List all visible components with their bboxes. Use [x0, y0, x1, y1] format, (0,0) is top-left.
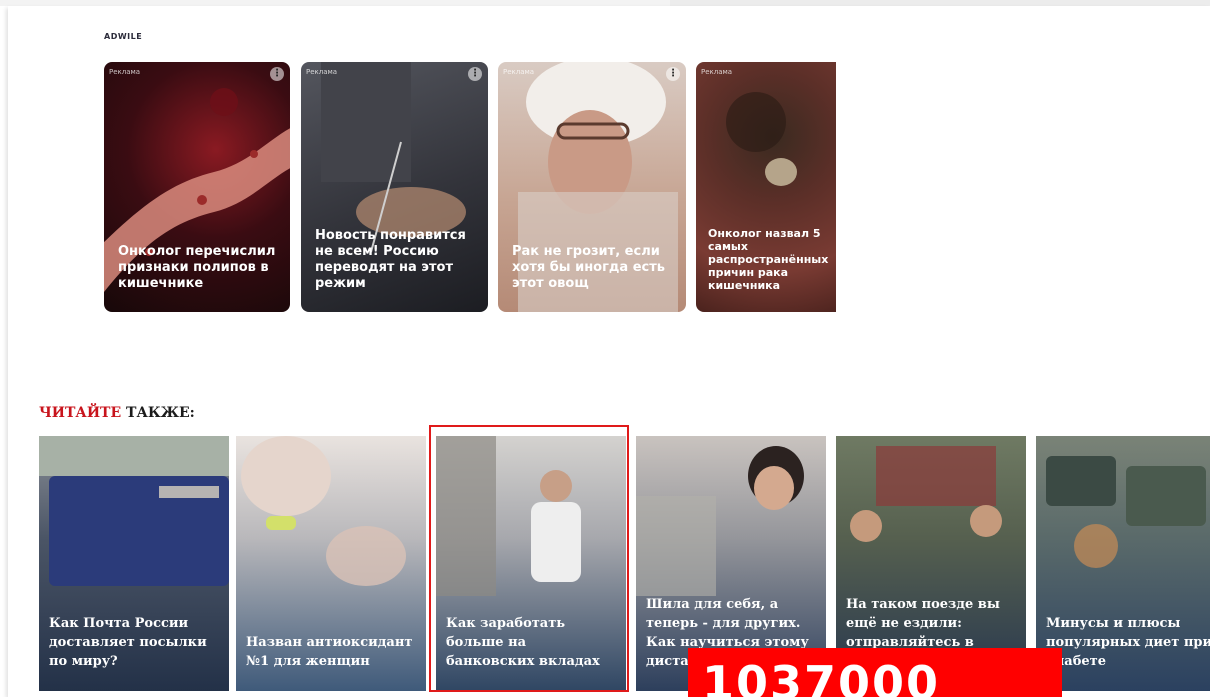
- ad-title: Онколог назвал 5 самых распространённых …: [708, 227, 829, 292]
- ad-title: Рак не грозит, если хотя бы иногда есть …: [512, 244, 665, 291]
- article-card[interactable]: Назван антиоксидант №1 для женщин: [236, 436, 426, 691]
- more-options-icon[interactable]: ⋮: [270, 67, 284, 81]
- more-options-icon[interactable]: ⋮: [666, 67, 680, 81]
- more-options-icon[interactable]: ⋮: [468, 67, 482, 81]
- ad-label: Реклама: [109, 68, 141, 76]
- article-title: Минусы и плюсы популярных диет при диабе…: [1046, 616, 1210, 669]
- view-counter-value: 1037000: [702, 656, 941, 697]
- ad-tile[interactable]: Реклама ⋮ Онколог перечислил признаки по…: [104, 62, 290, 312]
- section-heading: ЧИТАЙТЕ ТАКЖЕ:: [39, 405, 195, 421]
- ad-network-logo: ADWILE: [104, 32, 143, 41]
- article-title: Как Почта России доставляет посылки по м…: [49, 616, 207, 669]
- ad-label: Реклама: [503, 68, 535, 76]
- ad-label: Реклама: [701, 68, 733, 76]
- article-card[interactable]: Минусы и плюсы популярных диет при диабе…: [1036, 436, 1210, 691]
- ad-label: Реклама: [306, 68, 338, 76]
- article-card[interactable]: Как Почта России доставляет посылки по м…: [39, 436, 229, 691]
- ad-tile[interactable]: Реклама ⋮ Новость понравится не всем! Ро…: [301, 62, 488, 312]
- selection-highlight: [429, 425, 629, 692]
- ad-tile[interactable]: Реклама ⋮ Рак не грозит, если хотя бы ин…: [498, 62, 686, 312]
- view-counter-badge: 1037000: [688, 648, 1062, 697]
- ad-tile[interactable]: Реклама Онколог назвал 5 самых распростр…: [696, 62, 836, 312]
- ad-title: Онколог перечислил признаки полипов в ки…: [118, 244, 276, 291]
- section-heading-rest: ТАКЖЕ:: [121, 405, 195, 421]
- article-title: Назван антиоксидант №1 для женщин: [246, 635, 413, 669]
- ad-title: Новость понравится не всем! Россию перев…: [315, 228, 466, 291]
- section-heading-accent: ЧИТАЙТЕ: [39, 405, 122, 421]
